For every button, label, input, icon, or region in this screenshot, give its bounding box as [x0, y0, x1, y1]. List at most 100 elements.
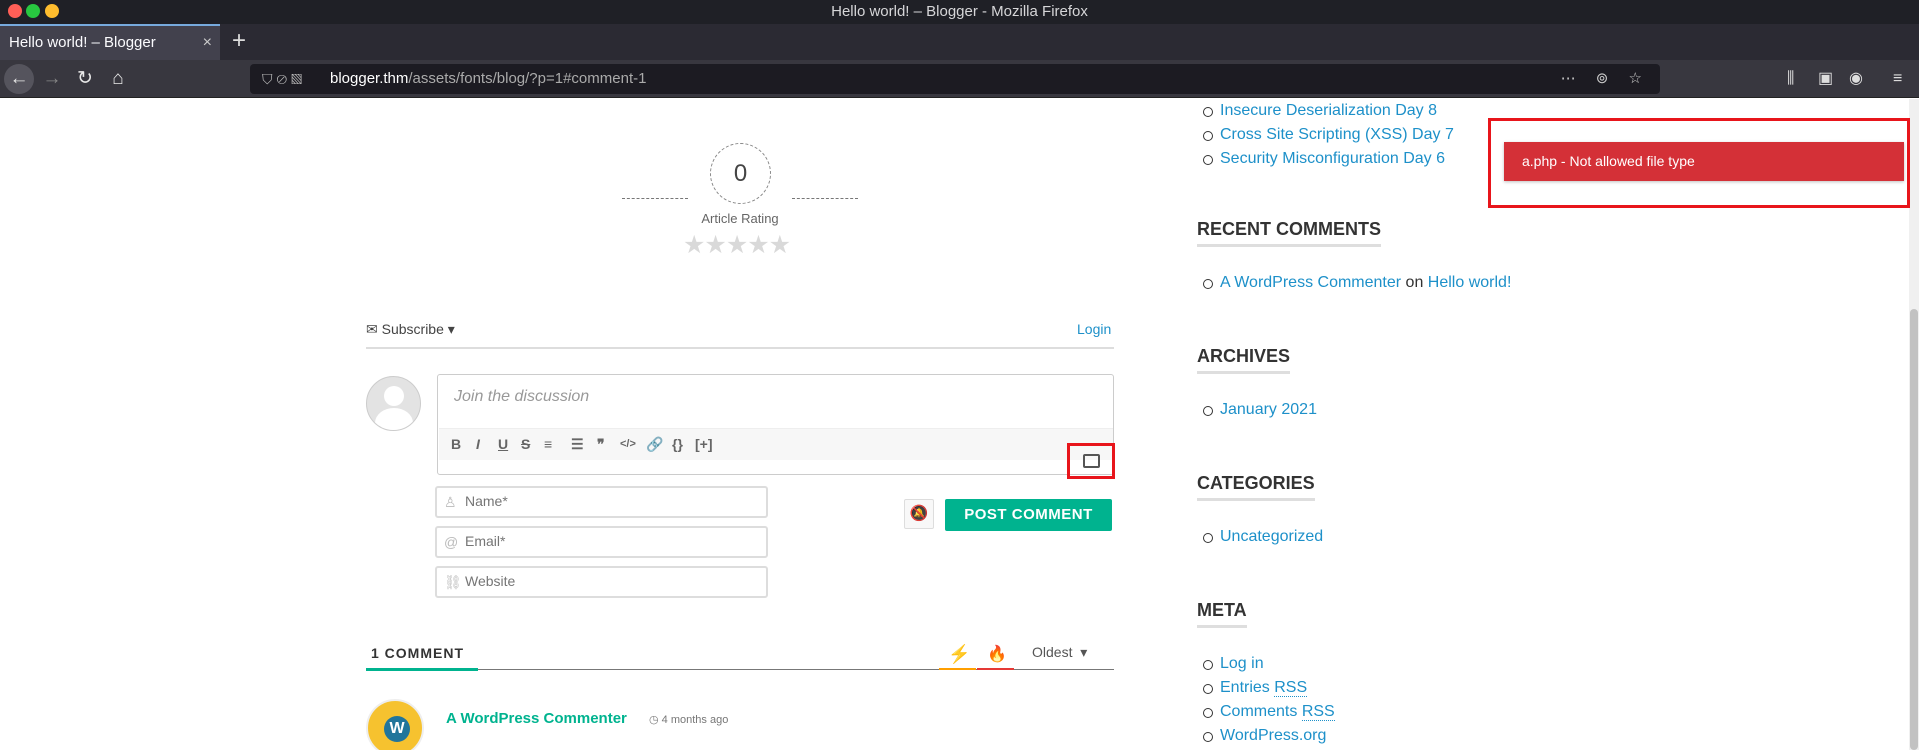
- ordered-list-button[interactable]: ≡: [544, 436, 552, 452]
- rating-value: 0: [710, 143, 771, 204]
- archives-heading: ARCHIVES: [1197, 346, 1291, 374]
- spoiler-button[interactable]: [+]: [695, 436, 713, 452]
- subscribe-label: Subscribe: [381, 321, 444, 337]
- link-icon: ⛓: [444, 574, 462, 590]
- mail-icon: ✉: [366, 321, 378, 337]
- comment-placeholder: Join the discussion: [454, 388, 590, 405]
- window-title: Hello world! – Blogger - Mozilla Firefox: [831, 3, 1088, 20]
- fire-icon[interactable]: 🔥: [987, 644, 1007, 664]
- recent-comments-list: A WordPress Commenter on Hello world!: [1203, 271, 1511, 295]
- clock-icon: ◷: [649, 714, 662, 726]
- archives-list: January 2021: [1203, 398, 1317, 422]
- archive-link[interactable]: January 2021: [1220, 401, 1317, 418]
- error-notification: a.php - Not allowed file type: [1504, 142, 1904, 181]
- list-item[interactable]: Cross Site Scripting (XSS) Day 7: [1203, 123, 1454, 147]
- strikethrough-button[interactable]: S: [521, 436, 530, 452]
- home-icon[interactable]: ⌂: [103, 64, 133, 94]
- list-item[interactable]: Uncategorized: [1203, 525, 1323, 549]
- rss-label: RSS: [1301, 703, 1335, 721]
- website-input[interactable]: [465, 573, 755, 589]
- recent-posts-list: Insecure Deserialization Day 8 Cross Sit…: [1203, 99, 1454, 171]
- image-upload-button[interactable]: [1067, 443, 1115, 479]
- list-item[interactable]: Security Misconfiguration Day 6: [1203, 147, 1454, 171]
- back-icon[interactable]: ←: [4, 64, 34, 94]
- recent-post-link[interactable]: Insecure Deserialization Day 8: [1220, 102, 1437, 119]
- underline-button[interactable]: U: [498, 436, 508, 452]
- list-item[interactable]: Insecure Deserialization Day 8: [1203, 99, 1454, 123]
- login-link[interactable]: Login: [1077, 321, 1111, 337]
- firefox-window: Hello world! – Blogger - Mozilla Firefox…: [0, 0, 1919, 750]
- comments-rss-link[interactable]: Comments RSS: [1220, 703, 1335, 721]
- comments-label: Comments: [1220, 703, 1298, 720]
- forward-icon[interactable]: →: [37, 64, 67, 94]
- comment-count: 1 COMMENT: [371, 645, 464, 661]
- navigation-bar: ← → ↻ ⌂ ⛉ ⊘ ▧ blogger.thm/assets/fonts/b…: [0, 60, 1919, 98]
- image-icon: [1083, 454, 1100, 468]
- login-meta-link[interactable]: Log in: [1220, 655, 1264, 672]
- rating-right-divider: [792, 198, 858, 199]
- sort-select[interactable]: Oldest ▾: [1032, 644, 1087, 661]
- comment-time-label: 4 months ago: [661, 714, 729, 726]
- commenter-avatar: W: [366, 699, 424, 750]
- recent-post-link[interactable]: Cross Site Scripting (XSS) Day 7: [1220, 126, 1454, 143]
- name-field[interactable]: ♙: [435, 486, 768, 518]
- url-domain: blogger.thm: [330, 70, 409, 87]
- reload-icon[interactable]: ↻: [70, 64, 100, 94]
- entries-label: Entries: [1220, 679, 1270, 696]
- account-icon[interactable]: ◉: [1849, 64, 1863, 94]
- at-icon: @: [444, 534, 459, 550]
- close-window-icon[interactable]: [8, 4, 22, 18]
- editor-toolbar: B I U S ≡ ☰ ❞ </> 🔗 {} [+]: [439, 428, 1113, 460]
- commenter-name[interactable]: A WordPress Commenter: [446, 710, 627, 727]
- sidebar-icon[interactable]: ▣: [1818, 64, 1833, 94]
- rating-stars[interactable]: ★★★★★: [683, 230, 791, 260]
- italic-button[interactable]: I: [476, 436, 480, 452]
- sort-label: Oldest: [1032, 644, 1073, 660]
- comment-time: ◷ 4 months ago: [649, 713, 728, 726]
- email-field[interactable]: @: [435, 526, 768, 558]
- list-item[interactable]: Log in: [1203, 652, 1335, 676]
- library-icon[interactable]: ⫼: [1787, 64, 1794, 94]
- website-field[interactable]: ⛓: [435, 566, 768, 598]
- notifications-toggle-icon[interactable]: 🔕: [904, 499, 934, 529]
- name-input[interactable]: [465, 493, 755, 509]
- page-actions-icons[interactable]: ⋯ ⊚ ☆: [1561, 64, 1650, 94]
- code-block-button[interactable]: {}: [672, 436, 683, 452]
- menu-icon[interactable]: ≡: [1893, 64, 1902, 94]
- window-titlebar: Hello world! – Blogger - Mozilla Firefox: [0, 0, 1919, 24]
- categories-list: Uncategorized: [1203, 525, 1323, 549]
- entries-rss-link[interactable]: Entries RSS: [1220, 679, 1308, 697]
- comment-author-link[interactable]: A WordPress Commenter: [1220, 274, 1401, 291]
- meta-heading: META: [1197, 600, 1247, 628]
- active-tab[interactable]: Hello world! – Blogger ×: [0, 24, 220, 60]
- quote-button[interactable]: ❞: [597, 436, 605, 453]
- bold-button[interactable]: B: [451, 436, 461, 452]
- scrollbar-thumb[interactable]: [1910, 309, 1918, 750]
- email-input[interactable]: [465, 533, 755, 549]
- bolt-icon[interactable]: ⚡: [948, 644, 970, 665]
- page-scrollbar[interactable]: [1909, 99, 1919, 750]
- unordered-list-button[interactable]: ☰: [571, 436, 584, 453]
- rss-label: RSS: [1274, 679, 1308, 697]
- code-button[interactable]: </>: [620, 438, 636, 450]
- close-tab-icon[interactable]: ×: [203, 26, 212, 60]
- comment-post-link[interactable]: Hello world!: [1428, 274, 1512, 291]
- list-item[interactable]: January 2021: [1203, 398, 1317, 422]
- subscribe-dropdown[interactable]: ✉ Subscribe ▾: [366, 321, 455, 338]
- maximize-window-icon[interactable]: [26, 4, 40, 18]
- list-item: A WordPress Commenter on Hello world!: [1203, 271, 1511, 295]
- list-item[interactable]: WordPress.org: [1203, 724, 1335, 748]
- category-link[interactable]: Uncategorized: [1220, 528, 1323, 545]
- user-body-icon: [375, 408, 413, 430]
- post-comment-button[interactable]: POST COMMENT: [945, 499, 1112, 531]
- list-item[interactable]: Comments RSS: [1203, 700, 1335, 724]
- recent-post-link[interactable]: Security Misconfiguration Day 6: [1220, 150, 1445, 167]
- new-tab-icon[interactable]: +: [232, 24, 246, 58]
- list-item[interactable]: Entries RSS: [1203, 676, 1335, 700]
- chevron-down-icon: ▾: [447, 321, 455, 337]
- minimize-window-icon[interactable]: [45, 4, 59, 18]
- wordpress-org-link[interactable]: WordPress.org: [1220, 727, 1326, 744]
- comment-editor[interactable]: Join the discussion B I U S ≡ ☰ ❞ </> 🔗 …: [437, 374, 1114, 475]
- link-button[interactable]: 🔗: [646, 436, 663, 453]
- address-bar[interactable]: ⛉ ⊘ ▧ blogger.thm/assets/fonts/blog/?p=1…: [250, 64, 1660, 94]
